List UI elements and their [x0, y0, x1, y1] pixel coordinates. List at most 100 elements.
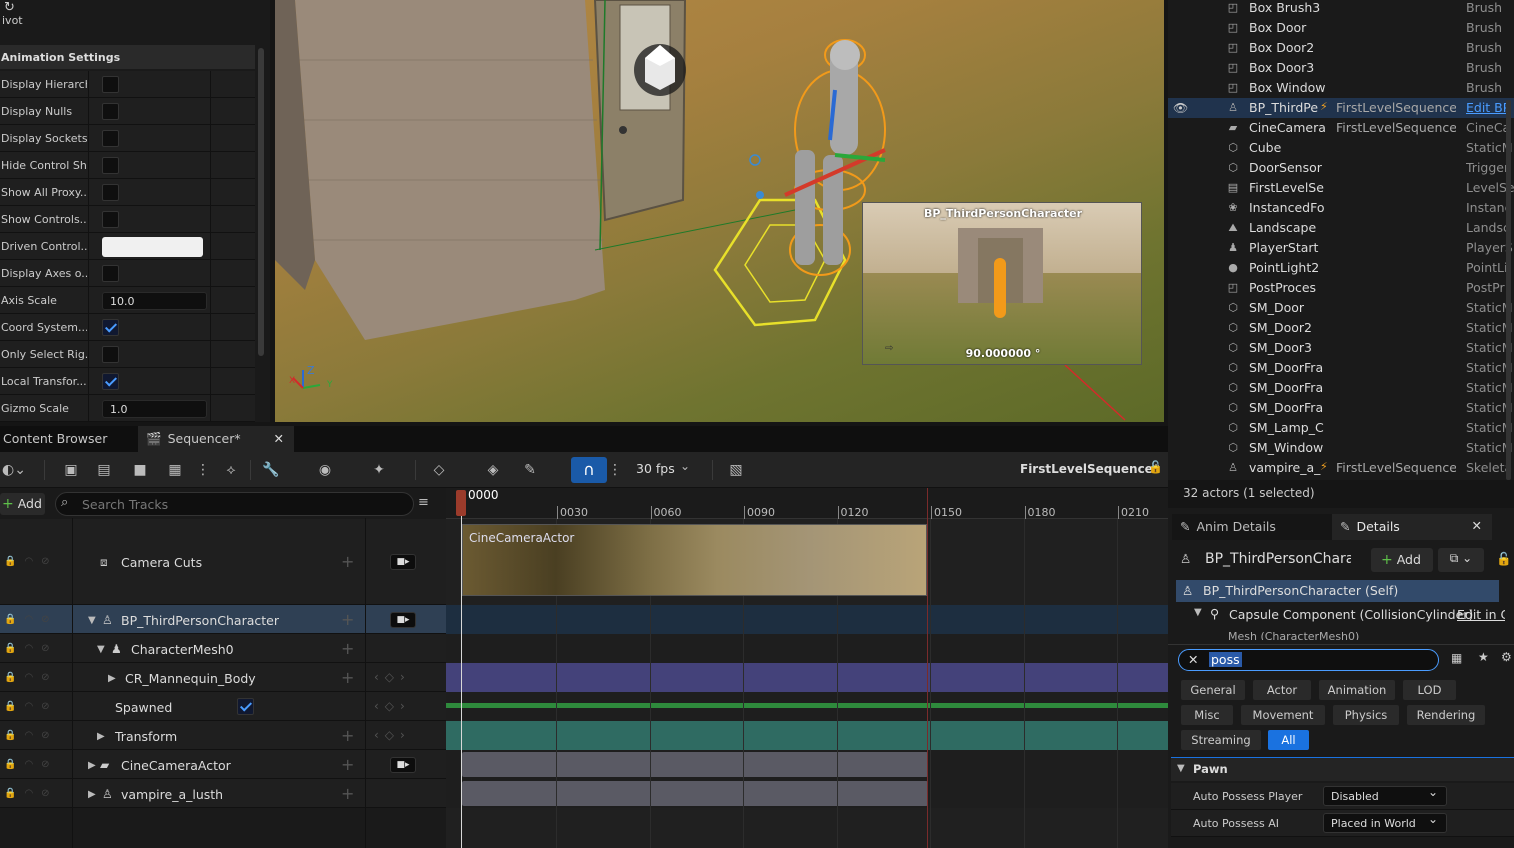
filter-icon[interactable]: ≡ — [418, 495, 429, 510]
add-subtrack-icon[interactable]: + — [341, 784, 354, 803]
track-lane[interactable] — [446, 692, 1168, 721]
track-lock-icon[interactable]: 🔒◠⊘ — [4, 614, 58, 625]
filter-chip-streaming[interactable]: Streaming — [1180, 729, 1262, 751]
track-row[interactable]: 🔒◠⊘ ▶ ▰ CineCameraActor + ■▸ — [0, 750, 446, 779]
outliner-row[interactable]: ◰ Box Door2 Brush — [1168, 38, 1514, 58]
expand-arrow-icon[interactable]: ▶ — [97, 731, 105, 742]
anim-setting-checkbox[interactable] — [102, 184, 119, 201]
track-row[interactable]: 🔒◠⊘ ▼ ♟ CharacterMesh0 + — [0, 634, 446, 663]
curve-icon[interactable]: ◈ — [482, 460, 504, 480]
details-search-input[interactable]: ✕ poss — [1178, 649, 1439, 671]
tab-anim-details[interactable]: ✎ Anim Details — [1172, 514, 1332, 540]
lock-icon[interactable]: 🔓 — [1148, 460, 1163, 474]
track-lock-icon[interactable]: 🔒◠⊘ — [4, 643, 58, 654]
tab-content-browser[interactable]: Content Browser — [0, 426, 134, 452]
track-lane[interactable] — [446, 750, 1168, 779]
world-dropdown-icon[interactable]: ◐⌄ — [2, 460, 26, 480]
anim-setting-checkbox[interactable] — [102, 319, 119, 336]
component-capsule[interactable]: ▼ ⚲ Capsule Component (CollisionCylinder… — [1168, 604, 1514, 626]
pawn-section-header[interactable]: ▼ Pawn — [1171, 757, 1514, 781]
time-ruler[interactable]: 0030 0060 0090 0120 0150 0180 0210 — [446, 488, 1168, 519]
outliner-row[interactable]: ● PointLight2 PointLi — [1168, 258, 1514, 278]
track-row[interactable]: 🔒◠⊘ Spawned ‹◇› — [0, 692, 446, 721]
anim-setting-checkbox[interactable] — [102, 265, 119, 282]
anim-setting-checkbox[interactable] — [102, 157, 119, 174]
add-track-button[interactable]: + Add — [0, 493, 45, 515]
clear-search-icon[interactable]: ✕ — [1188, 652, 1198, 667]
filter-chip-misc[interactable]: Misc — [1180, 704, 1234, 726]
clapper-icon[interactable]: ▦ — [164, 460, 186, 480]
filter-chip-lod[interactable]: LOD — [1402, 679, 1457, 701]
outliner-row[interactable]: ◰ PostProces PostPr — [1168, 278, 1514, 298]
filter-chip-physics[interactable]: Physics — [1332, 704, 1400, 726]
playhead-line[interactable] — [461, 516, 462, 848]
track-lane[interactable] — [446, 779, 1168, 808]
anim-settings-scrollbar[interactable] — [258, 48, 264, 356]
outliner-row[interactable]: ⬡ SM_DoorFra StaticM — [1168, 378, 1514, 398]
filter-chip-all[interactable]: All — [1267, 729, 1310, 751]
sequencer-timeline[interactable]: 0030 0060 0090 0120 0150 0180 0210 CineCameraA… — [446, 488, 1168, 848]
camera-preview[interactable]: BP_ThirdPersonCharacter 90.000000 ° ⇨ — [862, 202, 1142, 365]
favorite-star-icon[interactable]: ★ — [1478, 650, 1489, 664]
filter-chip-rendering[interactable]: Rendering — [1406, 704, 1486, 726]
tab-details[interactable]: ✎ Details ✕ — [1332, 514, 1492, 540]
level-viewport[interactable]: Z X Y BP_ThirdPersonCharacter 90.000000 … — [275, 0, 1164, 422]
track-lock-icon[interactable]: 🔒◠⊘ — [4, 788, 58, 799]
outliner-row[interactable]: ⬡ SM_DoorFra StaticM — [1168, 398, 1514, 418]
pen-icon[interactable]: ✎ — [519, 460, 541, 480]
playback-options-icon[interactable]: ✦ — [368, 460, 390, 480]
anim-setting-value[interactable]: 1.0 — [102, 400, 207, 418]
filter-chip-general[interactable]: General — [1180, 679, 1246, 701]
find-icon[interactable]: ▤ — [93, 460, 115, 480]
track-row[interactable]: 🔒◠⊘ ▶ CR_Mannequin_Body + ‹◇› — [0, 663, 446, 692]
component-self[interactable]: ♙ BP_ThirdPersonCharacter (Self) — [1176, 580, 1499, 602]
outliner-row[interactable]: ⬡ Cube StaticM — [1168, 138, 1514, 158]
outliner-row[interactable]: ▰ CineCamera FirstLevelSequence CineCa — [1168, 118, 1514, 138]
add-subtrack-icon[interactable]: + — [341, 639, 354, 658]
property-dropdown[interactable]: Placed in World — [1323, 812, 1447, 833]
keyframe-nav-icon[interactable]: ‹◇› — [374, 670, 411, 684]
keyframe-nav-icon[interactable]: ‹◇› — [374, 699, 411, 713]
color-swatch[interactable] — [102, 237, 203, 257]
track-lock-icon[interactable]: 🔒◠⊘ — [4, 759, 58, 770]
outliner-row[interactable]: ◰ Box Brush3 Brush — [1168, 0, 1514, 18]
track-row[interactable]: 🔒◠⊘ ▼ ♙ BP_ThirdPersonCharacter + ■▸ — [0, 605, 446, 634]
add-component-button[interactable]: + Add — [1371, 548, 1433, 572]
collapse-arrow-icon[interactable]: ▼ — [1177, 763, 1185, 774]
track-lane[interactable] — [446, 605, 1168, 634]
expand-arrow-icon[interactable]: ▼ — [88, 615, 96, 626]
camera-lock-icon[interactable]: ■▸ — [390, 757, 416, 773]
add-subtrack-icon[interactable]: + — [341, 668, 354, 687]
anim-setting-checkbox[interactable] — [102, 103, 119, 120]
component-mesh[interactable]: Mesh (CharacterMesh0) — [1168, 628, 1514, 640]
outliner-row[interactable]: ⛰ Landscape Landsc — [1168, 218, 1514, 238]
property-dropdown[interactable]: Disabled — [1323, 785, 1447, 806]
track-lock-icon[interactable]: 🔒◠⊘ — [4, 701, 58, 712]
add-subtrack-icon[interactable]: + — [341, 726, 354, 745]
outliner-row[interactable]: ⬡ SM_Door3 StaticM — [1168, 338, 1514, 358]
outliner-row[interactable]: ⬡ SM_Window StaticM — [1168, 438, 1514, 458]
outliner-row[interactable]: ⬡ SM_Door StaticM — [1168, 298, 1514, 318]
track-lane[interactable] — [446, 634, 1168, 663]
outliner-row[interactable]: ◰ Box Door Brush — [1168, 18, 1514, 38]
anim-setting-checkbox[interactable] — [102, 76, 119, 93]
outliner-scrollbar[interactable] — [1506, 100, 1511, 480]
track-section[interactable] — [462, 752, 928, 777]
track-row[interactable]: 🔒◠⊘ ▶ Transform + ‹◇› — [0, 721, 446, 750]
preview-pin-icon[interactable]: ⇨ — [885, 343, 893, 354]
outliner-row[interactable]: ⬡ SM_Door2 StaticM — [1168, 318, 1514, 338]
grid-view-icon[interactable]: ▧ — [725, 460, 747, 480]
fps-dropdown[interactable]: 30 fps — [636, 461, 675, 476]
view-options-icon[interactable]: ◉ — [314, 460, 336, 480]
close-icon[interactable]: ✕ — [274, 431, 284, 446]
outliner-row[interactable]: ⬡ SM_DoorFra StaticM — [1168, 358, 1514, 378]
anim-setting-checkbox[interactable] — [102, 373, 119, 390]
expand-arrow-icon[interactable]: ▼ — [97, 644, 105, 655]
outliner-row[interactable]: ⬡ DoorSensor Trigger — [1168, 158, 1514, 178]
anim-setting-checkbox[interactable] — [102, 346, 119, 363]
outliner-row[interactable]: ◰ Box Window Brush — [1168, 78, 1514, 98]
edit-in-cpp-link[interactable]: Edit in C — [1457, 607, 1505, 622]
outliner-row[interactable]: 👁 ♙ BP_ThirdPe ⚡ FirstLevelSequence Edit BP — [1168, 98, 1514, 118]
settings-gear-icon[interactable]: ⚙ — [1501, 650, 1512, 664]
outliner-row[interactable]: ♟ PlayerStart PlayerS — [1168, 238, 1514, 258]
